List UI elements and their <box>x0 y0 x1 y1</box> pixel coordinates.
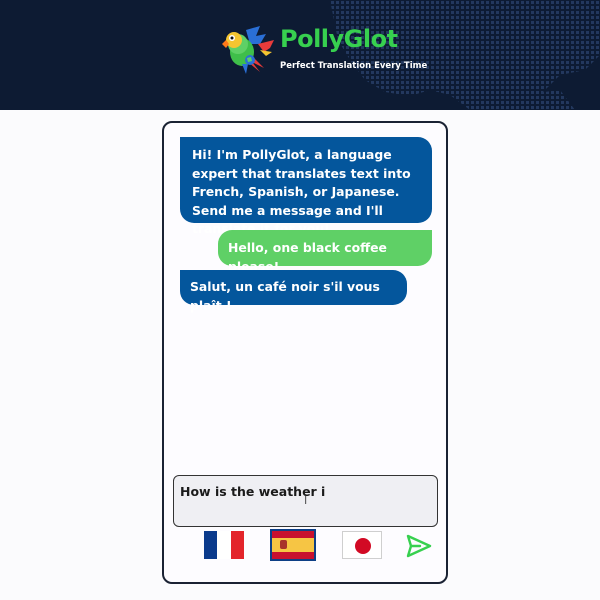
language-button-spanish[interactable] <box>270 529 316 561</box>
brand-logo: PollyGlot Perfect Translation Every Time <box>220 22 427 74</box>
chat-message-bot: Hi! I'm PollyGlot, a language expert tha… <box>180 137 432 236</box>
chat-message-bot: Salut, un café noir s'il vous plaît ! <box>180 270 407 313</box>
brand-title: PollyGlot <box>280 25 398 53</box>
chat-message-user: Hello, one black coffee please! <box>218 230 432 274</box>
language-button-japanese[interactable] <box>342 531 382 559</box>
spain-crest-icon <box>280 540 287 549</box>
language-button-french[interactable] <box>204 531 244 559</box>
send-icon[interactable] <box>406 533 432 559</box>
message-input[interactable]: How is the weather i I <box>173 475 438 527</box>
japan-sun-icon <box>355 538 371 554</box>
text-cursor-icon: I <box>304 494 308 507</box>
app-header: PollyGlot Perfect Translation Every Time <box>0 0 600 110</box>
chat-window: Hi! I'm PollyGlot, a language expert tha… <box>162 121 448 584</box>
brand-tagline: Perfect Translation Every Time <box>280 61 428 71</box>
parrot-logo-icon <box>222 26 274 74</box>
